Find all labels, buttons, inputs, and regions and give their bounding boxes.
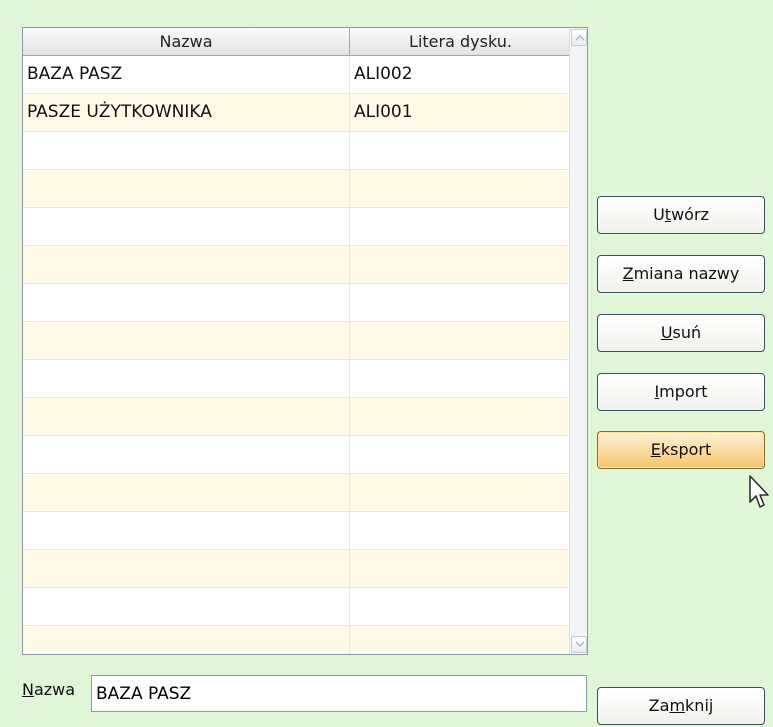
column-header-drive[interactable]: Litera dysku. <box>350 28 571 55</box>
list-header: Nazwa Litera dysku. <box>23 28 571 56</box>
database-list[interactable]: Nazwa Litera dysku. BAZA PASZ ALI002 PASZE… <box>22 27 588 655</box>
column-header-name[interactable]: Nazwa <box>23 28 350 55</box>
cell-drive <box>350 284 571 321</box>
name-field-label: Nazwa <box>22 680 75 699</box>
cell-drive <box>350 474 571 511</box>
cell-drive <box>350 588 571 625</box>
cell-name <box>23 398 350 435</box>
scroll-down-button[interactable] <box>571 636 587 653</box>
export-button-accesskey: E <box>650 440 661 459</box>
delete-button-accesskey: U <box>660 323 673 342</box>
empty-table-row[interactable] <box>23 170 571 208</box>
cell-drive <box>350 170 571 207</box>
cell-drive <box>350 436 571 473</box>
cell-name: PASZE UŻYTKOWNIKA <box>23 94 350 131</box>
cell-drive <box>350 208 571 245</box>
empty-table-row[interactable] <box>23 550 571 588</box>
cell-drive <box>350 132 571 169</box>
close-button-label-rest: knij <box>685 696 714 715</box>
cell-name <box>23 132 350 169</box>
cell-name: BAZA PASZ <box>23 56 350 93</box>
cell-drive <box>350 512 571 549</box>
cell-drive <box>350 550 571 587</box>
close-button[interactable]: Zamknij <box>597 687 765 725</box>
cell-name <box>23 284 350 321</box>
name-field-label-accesskey: N <box>22 680 34 699</box>
cell-drive: ALI001 <box>354 102 413 122</box>
cell-name <box>23 474 350 511</box>
chevron-up-icon <box>575 34 585 41</box>
empty-table-row[interactable] <box>23 436 571 474</box>
empty-table-row[interactable] <box>23 284 571 322</box>
cell-drive <box>350 398 571 435</box>
cell-name <box>23 626 350 654</box>
empty-table-row[interactable] <box>23 246 571 284</box>
empty-table-row[interactable] <box>23 322 571 360</box>
close-button-label: Za <box>648 696 670 715</box>
empty-table-row[interactable] <box>23 512 571 550</box>
cell-drive <box>350 626 571 654</box>
mouse-pointer-icon <box>749 475 769 508</box>
close-button-accesskey: m <box>669 696 686 715</box>
cell-name <box>23 436 350 473</box>
chevron-down-icon <box>575 641 585 648</box>
cell-name <box>23 588 350 625</box>
cell-name <box>23 322 350 359</box>
import-button-label-rest: mport <box>659 382 708 401</box>
name-input[interactable] <box>91 675 587 712</box>
vertical-scrollbar[interactable] <box>569 28 587 654</box>
empty-table-row[interactable] <box>23 626 571 654</box>
scroll-up-button[interactable] <box>571 29 587 46</box>
cell-name <box>23 208 350 245</box>
rename-button[interactable]: Zmiana nazwy <box>597 255 765 293</box>
table-row[interactable]: PASZE UŻYTKOWNIKA ALI001 <box>23 94 571 132</box>
delete-button[interactable]: Usuń <box>597 314 765 352</box>
cell-drive: ALI002 <box>354 64 413 84</box>
empty-table-row[interactable] <box>23 398 571 436</box>
cell-name <box>23 550 350 587</box>
rename-button-label-rest: miana nazwy <box>633 264 740 283</box>
cell-name <box>23 170 350 207</box>
list-rows: BAZA PASZ ALI002 PASZE UŻYTKOWNIKA ALI001 <box>23 56 571 654</box>
empty-table-row[interactable] <box>23 474 571 512</box>
import-button[interactable]: Import <box>597 373 765 411</box>
empty-table-row[interactable] <box>23 360 571 398</box>
create-button-label-rest: wórz <box>671 205 709 224</box>
create-button-label: U <box>653 205 665 224</box>
cell-name <box>23 246 350 283</box>
cell-drive <box>350 246 571 283</box>
create-button[interactable]: Utwórz <box>597 196 765 234</box>
empty-table-row[interactable] <box>23 588 571 626</box>
cell-drive <box>350 360 571 397</box>
table-row[interactable]: BAZA PASZ ALI002 <box>23 56 571 94</box>
delete-button-label-rest: suń <box>672 323 702 342</box>
empty-table-row[interactable] <box>23 208 571 246</box>
rename-button-accesskey: Z <box>622 264 634 283</box>
cell-drive <box>350 322 571 359</box>
export-button[interactable]: Eksport <box>597 431 765 469</box>
export-button-label-rest: ksport <box>660 440 712 459</box>
name-field-label-rest: azwa <box>33 680 76 699</box>
cell-name <box>23 512 350 549</box>
empty-table-row[interactable] <box>23 132 571 170</box>
cell-name <box>23 360 350 397</box>
